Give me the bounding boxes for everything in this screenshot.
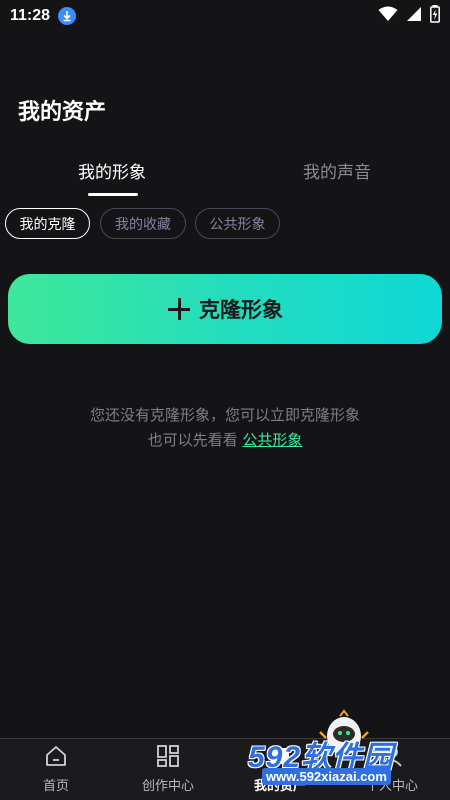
site-watermark: 592软件园 www.592xiazai.com [248, 732, 444, 790]
chip-public-avatars[interactable]: 公共形象 [195, 208, 280, 239]
nav-home-label: 首页 [42, 779, 69, 794]
wifi-icon [378, 6, 398, 26]
tab-my-voice[interactable]: 我的声音 [303, 158, 371, 183]
battery-charging-icon [430, 5, 440, 27]
download-icon [58, 7, 77, 25]
home-icon [44, 745, 68, 771]
public-avatars-link[interactable]: 公共形象 [242, 431, 302, 449]
watermark-url: www.592xiazai.com [262, 768, 391, 785]
nav-creation-center-label: 创作中心 [141, 779, 194, 794]
status-time: 11:28 [10, 7, 51, 24]
clone-avatar-label: 克隆形象 [199, 298, 283, 322]
status-bar: 11:28 [0, 0, 450, 32]
signal-icon [406, 6, 422, 26]
tab-my-avatar[interactable]: 我的形象 [78, 158, 146, 183]
tab-active-indicator [88, 193, 138, 196]
empty-state-message: 您还没有克隆形象，您可以立即克隆形象 [89, 406, 360, 424]
nav-creation-center[interactable]: 创作中心 [112, 745, 224, 794]
status-icons [378, 5, 440, 27]
plus-icon [167, 297, 191, 321]
nav-home[interactable]: 首页 [0, 745, 112, 794]
empty-state-suggestion-text: 也可以先看看 [147, 431, 243, 449]
chip-my-clones[interactable]: 我的克隆 [5, 208, 90, 239]
clone-avatar-button[interactable]: 克隆形象 [8, 274, 442, 344]
grid-icon [156, 745, 180, 771]
page-title: 我的资产 [18, 100, 107, 125]
chip-my-favorites[interactable]: 我的收藏 [100, 208, 186, 239]
empty-state-suggestion: 也可以先看看 公共形象 [0, 429, 450, 450]
